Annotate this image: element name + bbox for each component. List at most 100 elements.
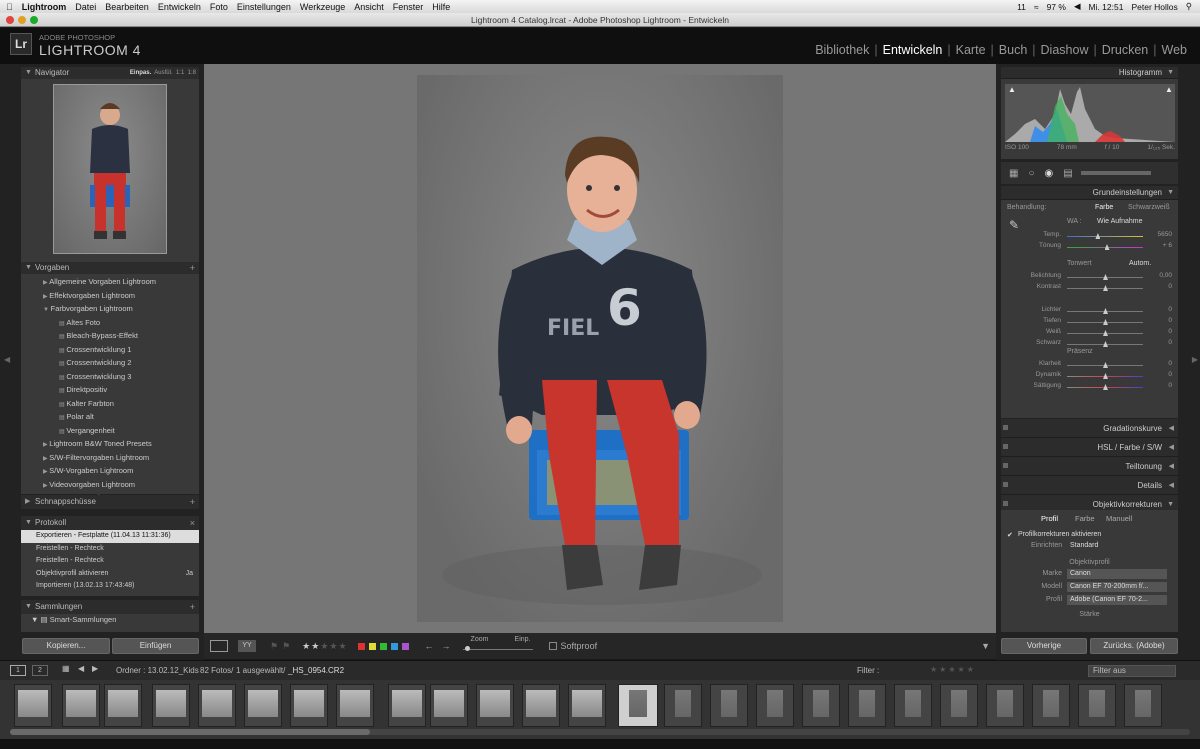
slider-sliders_presence-1[interactable]: Dynamik 0 [1001,371,1178,382]
preset-item[interactable]: ▤ Crossentwicklung 2 [21,357,199,371]
filmstrip-thumbnail[interactable] [756,684,794,727]
slider-sliders_wb-1[interactable]: Tönung + 6 [1001,242,1178,253]
module-buch[interactable]: Buch [994,43,1033,57]
apple-icon[interactable]:  [6,2,13,12]
minimize-window-button[interactable] [18,16,26,24]
menu-ansicht[interactable]: Ansicht [354,2,384,12]
loupe-view-button[interactable] [210,640,228,652]
menu-werkzeuge[interactable]: Werkzeuge [300,2,345,12]
filmstrip-thumbnail[interactable] [894,684,932,727]
status-count[interactable]: 11 [1017,2,1026,12]
history-header[interactable]: ▼ Protokoll × [21,516,199,530]
slider-sliders_presence-0[interactable]: Klarheit 0 [1001,360,1178,371]
module-karte[interactable]: Karte [951,43,991,57]
menu-app[interactable]: Lightroom [22,2,67,12]
reset-button[interactable]: Zurücks. (Adobe) [1090,638,1178,654]
filter-stars[interactable]: ★★★★★ [930,665,976,674]
preset-item[interactable]: ▤ Bleach-Bypass-Effekt [21,330,199,344]
clear-history-icon[interactable]: × [190,516,195,530]
slider-sliders_tone2-0[interactable]: Lichter 0 [1001,306,1178,317]
zoom-slider-knob[interactable] [464,646,470,651]
menu-bearbeiten[interactable]: Bearbeiten [105,2,149,12]
color-label-swatch[interactable] [401,642,409,650]
filmstrip-thumbnail[interactable] [476,684,514,727]
section-toggle-icon[interactable] [1003,501,1008,506]
filmstrip-thumbnail[interactable] [290,684,328,727]
filmstrip-thumbnail[interactable] [848,684,886,727]
add-collection-icon[interactable]: + [190,600,195,614]
basic-header[interactable]: Grundeinstellungen ▼ [1001,186,1178,200]
module-diashow[interactable]: Diashow [1036,43,1094,57]
preset-item[interactable]: ▤ Crossentwicklung 3 [21,371,199,385]
add-preset-icon[interactable]: + [190,262,195,274]
slider-sliders_tone2-2[interactable]: Weiß 0 [1001,328,1178,339]
copy-settings-button[interactable]: Kopieren... [22,638,110,654]
volume-icon[interactable]: ◀ [1074,1,1081,12]
auto-tone-button[interactable]: Autom. [1129,260,1151,267]
filmstrip-thumbnail[interactable] [1078,684,1116,727]
filmstrip-thumbnail[interactable] [710,684,748,727]
navigator-header[interactable]: ▼ Navigator Einpas. Ausfül. 1:1 1:8 [21,67,199,79]
lens-select[interactable]: Adobe (Canon EF 70-2... [1067,595,1167,605]
profile-correction-checkbox[interactable]: ✔ [1007,531,1013,539]
filmstrip-thumbnail[interactable] [430,684,468,727]
filmstrip-thumbnail[interactable] [664,684,702,727]
color-label-swatch[interactable] [368,642,376,650]
source-path[interactable]: Ordner : 13.02.12_Kids [116,666,199,675]
color-label-swatch[interactable] [390,642,398,650]
menubar-clock[interactable]: Mi. 12:51 [1088,2,1123,12]
filmstrip-thumbnail[interactable] [986,684,1024,727]
color-label-swatch[interactable] [357,642,365,650]
setup-select[interactable]: Standard [1070,542,1098,549]
history-item[interactable]: Objektivprofil aktivieren Ja [21,568,199,581]
navigator-preview[interactable] [53,84,167,254]
module-web[interactable]: Web [1157,43,1192,57]
menu-entwickeln[interactable]: Entwickeln [158,2,201,12]
slider-sliders_wb-0[interactable]: Temp. 5650 [1001,231,1178,242]
nav-1to8-option[interactable]: 1:8 [188,70,196,76]
nav-1to1-option[interactable]: 1:1 [176,70,184,76]
back-icon[interactable]: ◀ [78,664,84,673]
treatment-color-option[interactable]: Farbe [1095,204,1113,211]
slider-sliders_tone1-0[interactable]: Belichtung 0,00 [1001,272,1178,283]
close-window-button[interactable] [6,16,14,24]
filmstrip-thumbnail[interactable] [568,684,606,727]
filter-select[interactable]: Filter aus [1088,665,1176,677]
section-toggle-icon[interactable] [1003,463,1008,468]
filmstrip-scrollbar[interactable] [10,729,1190,735]
search-icon[interactable]: ⚲ [1186,1,1192,12]
grid-view-icon[interactable]: ▦ [62,664,70,673]
section-toggle-icon[interactable] [1003,482,1008,487]
filmstrip-thumbnail[interactable] [388,684,426,727]
nav-fit-option[interactable]: Einpas. [130,70,151,76]
preset-item[interactable]: ▤ Crossentwicklung 1 [21,344,199,358]
section-toggle-icon[interactable] [1003,425,1008,430]
wb-preset-select[interactable]: Wie Aufnahme [1097,218,1143,225]
section-header[interactable]: Details ◀ [1001,476,1178,495]
filmstrip-thumbnail[interactable] [618,684,658,727]
filmstrip-scroll-thumb[interactable] [10,729,370,735]
filmstrip-thumbnail[interactable] [940,684,978,727]
paste-settings-button[interactable]: Einfügen [112,638,199,654]
filmstrip-thumbnail[interactable] [62,684,100,727]
adjustment-brush-slider[interactable] [1080,171,1151,175]
slider-sliders_tone2-1[interactable]: Tiefen 0 [1001,317,1178,328]
star-rating[interactable]: ★★★★★ [302,641,347,652]
menubar-user[interactable]: Peter Hollos [1131,2,1177,12]
collection-item-smart[interactable]: ▼ ▤ Smart-Sammlungen [21,614,199,627]
left-panel-collapse-icon[interactable]: ◀ [4,355,10,364]
preset-item[interactable]: ▶ S/W-Vorgaben Lightroom [21,465,199,479]
histogram-chart[interactable]: ▲ ▲ [1005,84,1175,142]
filmstrip-thumbnail[interactable] [104,684,142,727]
section-header[interactable]: Teiltonung ◀ [1001,457,1178,476]
menu-hilfe[interactable]: Hilfe [432,2,450,12]
lens-tab-profile[interactable]: Profil [1041,514,1058,523]
menu-datei[interactable]: Datei [75,2,96,12]
spot-removal-icon[interactable]: ○ [1028,168,1034,179]
redeye-tool-icon[interactable]: ◉ [1045,168,1054,179]
section-header[interactable]: Gradationskurve ◀ [1001,419,1178,438]
zoom-window-button[interactable] [30,16,38,24]
history-item[interactable]: Importieren (13.02.13 17:43:48) [21,580,199,593]
filmstrip-thumbnail[interactable] [152,684,190,727]
filmstrip-thumbnail[interactable] [14,684,52,727]
